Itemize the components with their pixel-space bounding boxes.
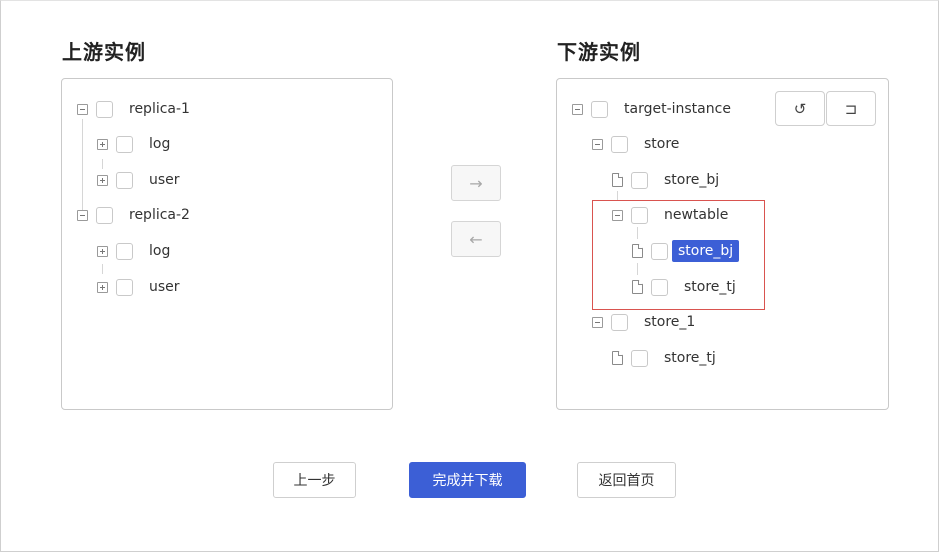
- tree-node-target-instance[interactable]: target-instance: [572, 97, 737, 121]
- back-home-button[interactable]: 返回首页: [577, 462, 676, 498]
- tree-node-label: store_1: [644, 314, 696, 330]
- prev-step-button[interactable]: 上一步: [273, 462, 356, 498]
- collapse-icon[interactable]: [592, 316, 603, 328]
- upstream-panel: replica-1 log user replica-2 log user: [61, 78, 393, 410]
- checkbox[interactable]: [96, 206, 113, 224]
- upstream-title: 上游实例: [62, 40, 146, 64]
- expand-icon[interactable]: [97, 174, 108, 186]
- checkbox[interactable]: [631, 171, 648, 189]
- checkbox[interactable]: [591, 100, 608, 118]
- collapse-icon[interactable]: [77, 209, 88, 221]
- return-button[interactable]: ⊐: [826, 91, 876, 126]
- tree-node-store-bj[interactable]: store_bj: [612, 168, 725, 192]
- tree-node-label: log: [149, 243, 171, 259]
- finish-download-button[interactable]: 完成并下载: [409, 462, 526, 498]
- return-icon: ⊐: [844, 99, 858, 118]
- highlight-box: [592, 200, 765, 310]
- tree-node-label: store_bj: [664, 172, 720, 188]
- collapse-icon[interactable]: [77, 103, 88, 115]
- checkbox[interactable]: [96, 100, 113, 118]
- tree-node-label: log: [149, 136, 171, 152]
- prev-step-label: 上一步: [293, 473, 336, 489]
- collapse-icon[interactable]: [572, 103, 583, 115]
- tree-node-label: user: [149, 172, 180, 188]
- tree-node-replica-2[interactable]: replica-2: [77, 203, 196, 227]
- tree-node-user[interactable]: user: [97, 168, 186, 192]
- tree-guide: [82, 119, 83, 214]
- undo-icon: ↺: [793, 99, 807, 118]
- tree-node-label: replica-1: [129, 101, 190, 117]
- tree-node-label: user: [149, 279, 180, 295]
- checkbox[interactable]: [116, 242, 133, 260]
- file-icon: [612, 351, 623, 365]
- tree-node-label: target-instance: [624, 101, 731, 117]
- tree-guide: [102, 264, 103, 274]
- move-right-button[interactable]: →: [451, 165, 501, 201]
- collapse-icon[interactable]: [592, 138, 603, 150]
- move-left-button[interactable]: ←: [451, 221, 501, 257]
- arrow-right-icon: →: [469, 173, 483, 193]
- tree-node-label: store_tj: [664, 350, 716, 366]
- tree-node-replica-1[interactable]: replica-1: [77, 97, 196, 121]
- checkbox[interactable]: [116, 135, 133, 153]
- checkbox[interactable]: [116, 278, 133, 296]
- file-icon: [612, 173, 623, 187]
- tree-node-label: replica-2: [129, 207, 190, 223]
- tree-node-log[interactable]: log: [97, 239, 176, 263]
- checkbox[interactable]: [631, 349, 648, 367]
- checkbox[interactable]: [116, 171, 133, 189]
- arrow-left-icon: ←: [469, 229, 483, 249]
- tree-node-label: store: [644, 136, 680, 152]
- tree-node-store-1[interactable]: store_1: [592, 310, 701, 334]
- tree-node-user[interactable]: user: [97, 275, 186, 299]
- finish-download-label: 完成并下载: [432, 473, 503, 489]
- expand-icon[interactable]: [97, 138, 108, 150]
- back-home-label: 返回首页: [598, 473, 655, 489]
- expand-icon[interactable]: [97, 281, 108, 293]
- expand-icon[interactable]: [97, 245, 108, 257]
- checkbox[interactable]: [611, 135, 628, 153]
- checkbox[interactable]: [611, 313, 628, 331]
- downstream-title: 下游实例: [557, 40, 641, 64]
- tree-node-store[interactable]: store: [592, 132, 685, 156]
- tree-node-log[interactable]: log: [97, 132, 176, 156]
- tree-node-store-1-store-tj[interactable]: store_tj: [612, 346, 722, 370]
- undo-button[interactable]: ↺: [775, 91, 825, 126]
